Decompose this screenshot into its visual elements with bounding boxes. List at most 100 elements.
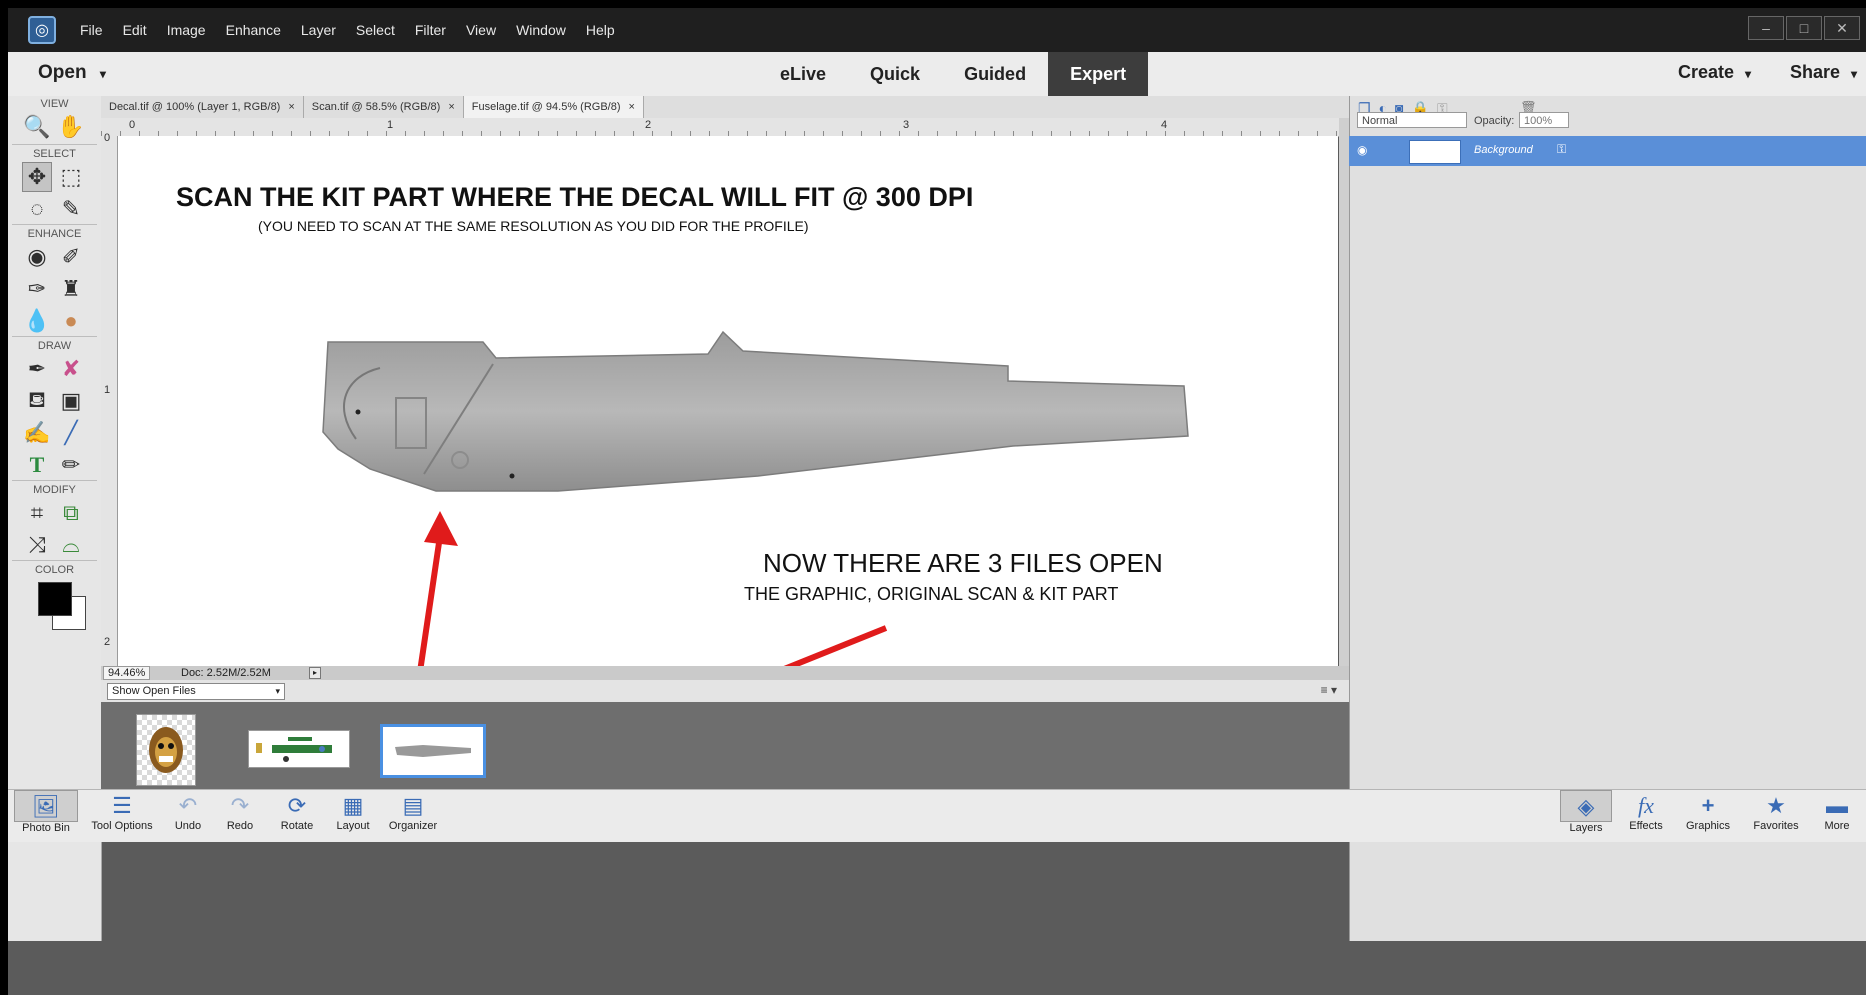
open-button[interactable]: Open ▾	[38, 62, 106, 84]
favorites-button[interactable]: ★ Favorites	[1746, 790, 1806, 842]
close-icon[interactable]: ×	[288, 101, 294, 113]
effects-icon: fx	[1638, 793, 1654, 818]
tab-guided[interactable]: Guided	[942, 52, 1048, 96]
undo-icon: ↶	[178, 793, 198, 818]
menu-layer[interactable]: Layer	[301, 22, 336, 38]
pencil-icon[interactable]: ✏	[56, 450, 86, 480]
layer-lock-icon[interactable]: ⚿	[1557, 142, 1566, 157]
bin-options-icon[interactable]: ≡ ▾	[1321, 683, 1337, 697]
pencil-line-icon[interactable]: ╱	[56, 418, 86, 448]
more-button[interactable]: ▬ More	[1812, 790, 1862, 842]
doc-tab-scan[interactable]: Scan.tif @ 58.5% (RGB/8) ×	[304, 96, 464, 118]
share-button[interactable]: Share ▾	[1790, 62, 1857, 83]
undo-button[interactable]: ↶ Undo	[166, 790, 210, 842]
menu-file[interactable]: File	[80, 22, 103, 38]
app-logo-icon[interactable]: ◎	[28, 16, 56, 44]
taskbar-label: Layers	[1569, 822, 1603, 834]
layout-icon: ▦	[342, 793, 364, 818]
blend-mode-select[interactable]: Normal	[1357, 112, 1467, 128]
bin-thumb-decal[interactable]	[136, 714, 196, 786]
taskbar-label: Redo	[226, 820, 254, 832]
minimize-button[interactable]: –	[1748, 16, 1784, 40]
ruler-label: 3	[903, 119, 910, 131]
tab-expert[interactable]: Expert	[1048, 52, 1149, 96]
lasso-icon[interactable]: ◌	[22, 194, 52, 224]
menu-select[interactable]: Select	[356, 22, 395, 38]
recompose-icon[interactable]: ⧉	[56, 498, 86, 528]
maximize-button[interactable]: □	[1786, 16, 1822, 40]
graphics-button[interactable]: + Graphics	[1678, 790, 1738, 842]
close-window-button[interactable]: ✕	[1824, 16, 1860, 40]
mask-thumbnail	[149, 727, 183, 773]
divider	[12, 144, 97, 145]
photo-bin-icon: 🖼	[14, 790, 78, 822]
sponge-icon[interactable]: ●	[56, 306, 86, 336]
photo-bin	[101, 702, 1349, 797]
opacity-field[interactable]: 100%	[1519, 112, 1569, 128]
spot-healing-icon[interactable]: ✐	[56, 242, 86, 272]
menu-help[interactable]: Help	[586, 22, 615, 38]
ruler-label: 2	[645, 119, 652, 131]
bin-thumb-scan[interactable]	[248, 730, 350, 768]
smart-brush-icon[interactable]: ✑	[22, 274, 52, 304]
menu-view[interactable]: View	[466, 22, 496, 38]
hand-icon[interactable]: ✋	[56, 112, 86, 142]
eyedropper-icon[interactable]: ✍	[22, 418, 52, 448]
taskbar-label: Undo	[174, 820, 202, 832]
fuselage-thumbnail	[395, 745, 471, 757]
eye-icon[interactable]: ◉	[1357, 143, 1367, 157]
zoom-icon[interactable]: 🔍	[22, 112, 52, 142]
rotate-icon: ⟳	[287, 793, 307, 818]
gradient-icon[interactable]: ▣	[56, 386, 86, 416]
eraser-icon[interactable]: ✘	[56, 354, 86, 384]
red-eye-icon[interactable]: ◉	[22, 242, 52, 272]
tab-elive[interactable]: eLive	[758, 52, 848, 96]
menu-image[interactable]: Image	[167, 22, 206, 38]
bin-thumb-fuselage[interactable]	[380, 724, 486, 778]
menu-enhance[interactable]: Enhance	[226, 22, 281, 38]
fuselage-shape	[322, 330, 1189, 492]
effects-button[interactable]: fx Effects	[1620, 790, 1672, 842]
create-button[interactable]: Create ▾	[1678, 62, 1751, 83]
clone-stamp-icon[interactable]: ♜	[56, 274, 86, 304]
rotate-button[interactable]: ⟳ Rotate	[272, 790, 322, 842]
brush-icon[interactable]: ✒	[22, 354, 52, 384]
zoom-field[interactable]: 94.46%	[103, 666, 151, 680]
marquee-icon[interactable]: ⬚	[56, 162, 86, 192]
layout-button[interactable]: ▦ Layout	[328, 790, 378, 842]
foreground-color-swatch[interactable]	[38, 582, 72, 616]
crop-icon[interactable]: ⌗	[22, 498, 52, 528]
redo-button[interactable]: ↷ Redo	[218, 790, 262, 842]
status-menu-button[interactable]: ▸	[309, 667, 321, 679]
doc-tab-decal[interactable]: Decal.tif @ 100% (Layer 1, RGB/8) ×	[101, 96, 304, 118]
blur-icon[interactable]: 💧	[22, 306, 52, 336]
section-view: VIEW	[40, 98, 69, 110]
close-icon[interactable]: ×	[448, 101, 454, 113]
move-icon[interactable]: ✥	[22, 162, 52, 192]
ruler-label: 1	[387, 119, 394, 131]
layers-button[interactable]: ◈ Layers	[1560, 790, 1612, 842]
document-canvas[interactable]: SCAN THE KIT PART WHERE THE DECAL WILL F…	[118, 136, 1338, 666]
straighten-icon[interactable]: ⌓	[56, 530, 86, 560]
menu-edit[interactable]: Edit	[123, 22, 147, 38]
paint-bucket-icon[interactable]: ⛾	[22, 386, 52, 416]
divider	[12, 480, 97, 481]
arrow-head	[424, 511, 458, 546]
close-icon[interactable]: ×	[629, 101, 635, 113]
tab-quick[interactable]: Quick	[848, 52, 942, 96]
rivet	[355, 409, 361, 415]
bin-filter-select[interactable]: Show Open Files ▾	[107, 683, 285, 700]
organizer-button[interactable]: ▤ Organizer	[382, 790, 444, 842]
doc-tab-fuselage[interactable]: Fuselage.tif @ 94.5% (RGB/8) ×	[463, 96, 644, 118]
layer-name: Background	[1474, 144, 1533, 156]
photo-bin-button[interactable]: 🖼 Photo Bin	[14, 790, 78, 842]
layer-row-background[interactable]: ◉ Background ⚿	[1349, 136, 1866, 166]
menu-filter[interactable]: Filter	[415, 22, 446, 38]
ruler-vertical: 0 1 2	[101, 132, 118, 666]
quick-selection-icon[interactable]: ✎	[56, 194, 86, 224]
tool-options-button[interactable]: ☰ Tool Options	[86, 790, 158, 842]
canvas-scrollbar[interactable]	[1339, 118, 1349, 678]
menu-window[interactable]: Window	[516, 22, 566, 38]
type-icon[interactable]: T	[22, 450, 52, 480]
content-aware-move-icon[interactable]: ⤨	[22, 530, 52, 560]
